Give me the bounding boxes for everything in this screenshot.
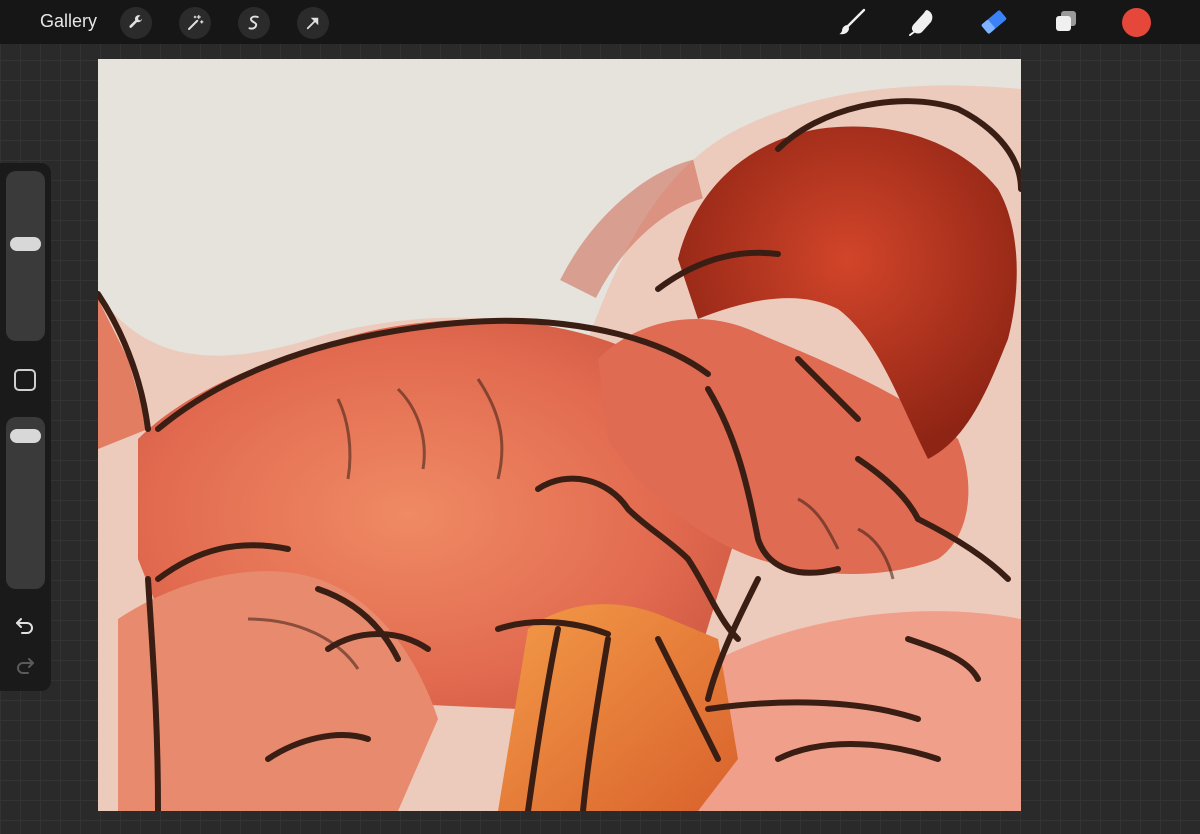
color-picker-button[interactable] <box>1122 8 1151 37</box>
modify-square-icon[interactable] <box>14 369 36 391</box>
brush-size-slider[interactable] <box>6 171 45 341</box>
layers-icon <box>1056 11 1076 31</box>
eraser-icon <box>981 10 1007 34</box>
opacity-thumb[interactable] <box>10 428 41 443</box>
selection-icon <box>248 15 259 30</box>
brush-icon <box>839 8 866 35</box>
gallery-button[interactable]: Gallery <box>40 11 97 32</box>
magic-wand-icon <box>188 14 204 30</box>
transform-button[interactable] <box>297 7 329 39</box>
brush-size-thumb[interactable] <box>10 237 41 252</box>
left-sidebar <box>0 163 51 691</box>
artwork-illustration <box>98 59 1021 811</box>
redo-icon[interactable] <box>13 653 37 677</box>
eraser-tool[interactable] <box>978 6 1010 38</box>
undo-icon[interactable] <box>13 613 37 637</box>
adjustments-button[interactable] <box>179 7 211 39</box>
actions-button[interactable] <box>120 7 152 39</box>
layers-button[interactable] <box>1050 6 1082 38</box>
drawing-canvas[interactable] <box>98 59 1021 811</box>
transform-arrow-icon <box>306 17 319 30</box>
selection-button[interactable] <box>238 7 270 39</box>
wrench-icon <box>129 15 142 28</box>
brush-tool[interactable] <box>836 6 868 38</box>
smudge-tool[interactable] <box>906 6 938 38</box>
top-toolbar: Gallery <box>0 0 1200 44</box>
smudge-icon <box>909 10 933 36</box>
opacity-slider[interactable] <box>6 417 45 589</box>
